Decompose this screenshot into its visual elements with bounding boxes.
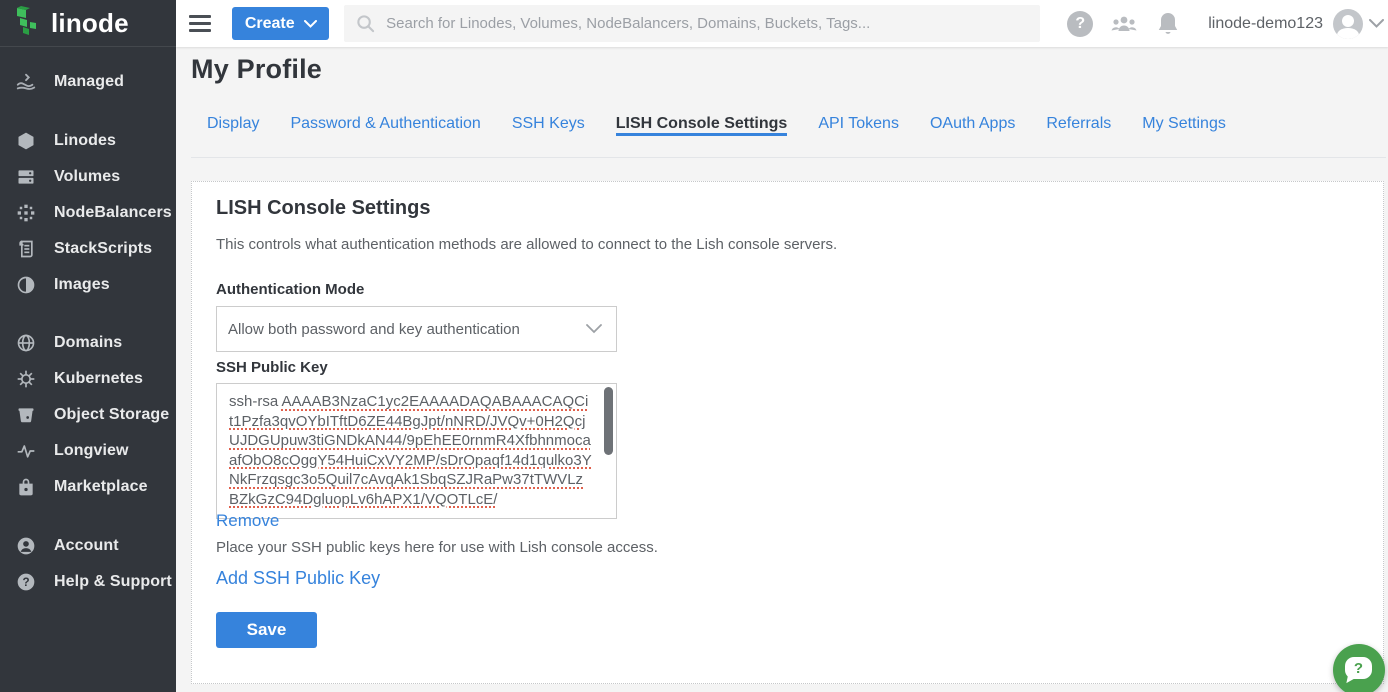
avatar[interactable]: [1333, 9, 1363, 39]
support-chat-button[interactable]: ?: [1333, 644, 1385, 692]
linode-hexagon-icon: [15, 130, 37, 152]
kubernetes-icon: [15, 368, 37, 390]
auth-mode-label: Authentication Mode: [216, 281, 364, 298]
nodebalancers-icon: [15, 202, 37, 224]
svg-text:?: ?: [22, 576, 29, 589]
account-name[interactable]: linode-demo123: [1208, 15, 1323, 33]
chevron-down-icon: [304, 20, 317, 28]
sidebar: linode Managed Linodes: [0, 0, 176, 692]
sidebar-item-label: Managed: [54, 73, 124, 91]
sidebar-item-label: Linodes: [54, 132, 116, 150]
remove-key-link[interactable]: Remove: [216, 511, 279, 531]
auth-mode-select[interactable]: Allow both password and key authenticati…: [216, 306, 617, 352]
textarea-scrollbar[interactable]: [604, 387, 613, 455]
question-icon: ?: [15, 571, 37, 593]
bell-icon: [1156, 11, 1180, 37]
lish-settings-panel: LISH Console Settings This controls what…: [191, 181, 1384, 684]
sidebar-item-volumes[interactable]: Volumes: [0, 159, 176, 195]
app-window: linode Managed Linodes: [0, 0, 1388, 692]
sidebar-item-label: Marketplace: [54, 478, 148, 496]
tab-referrals[interactable]: Referrals: [1046, 115, 1111, 136]
sidebar-item-label: Images: [54, 276, 110, 294]
auth-mode-selected-value: Allow both password and key authenticati…: [228, 321, 586, 338]
sidebar-item-marketplace[interactable]: Marketplace: [0, 469, 176, 505]
ssh-key-textarea[interactable]: ssh-rsa AAAAB3NzaC1yc2EAAAADAQABAAACAQCi…: [216, 383, 617, 519]
tab-display[interactable]: Display: [207, 115, 259, 136]
sidebar-item-label: Domains: [54, 334, 122, 352]
tab-my-settings[interactable]: My Settings: [1142, 115, 1226, 136]
topbar-right: ? linode-demo123: [1058, 9, 1388, 39]
globe-icon: [15, 332, 37, 354]
panel-heading: LISH Console Settings: [216, 197, 430, 220]
ssh-key-value: AAAAB3NzaC1yc2EAAAADAQABAAACAQCit1Pzfa3q…: [229, 393, 592, 508]
sidebar-item-images[interactable]: Images: [0, 267, 176, 303]
linode-logo[interactable]: linode: [0, 0, 176, 47]
tab-oauth-apps[interactable]: OAuth Apps: [930, 115, 1015, 136]
sidebar-item-label: Help & Support: [54, 573, 172, 591]
help-icon: ?: [1067, 11, 1093, 37]
add-ssh-key-link[interactable]: Add SSH Public Key: [216, 568, 380, 589]
stackscripts-icon: [15, 238, 37, 260]
shopping-bag-icon: [15, 476, 37, 498]
sidebar-item-kubernetes[interactable]: Kubernetes: [0, 361, 176, 397]
ssh-key-prefix: ssh-rsa: [229, 393, 282, 410]
sidebar-item-label: NodeBalancers: [54, 204, 172, 222]
sidebar-item-nodebalancers[interactable]: NodeBalancers: [0, 195, 176, 231]
menu-toggle-icon[interactable]: [189, 15, 211, 32]
create-button[interactable]: Create: [232, 7, 329, 40]
linode-wordmark: linode: [51, 8, 129, 39]
save-button[interactable]: Save: [216, 612, 317, 648]
managed-icon: [15, 71, 37, 93]
search-input[interactable]: [386, 15, 1028, 32]
sidebar-item-label: Account: [54, 537, 119, 555]
tab-api-tokens[interactable]: API Tokens: [818, 115, 899, 136]
search-icon: [356, 14, 375, 33]
sidebar-item-managed[interactable]: Managed: [0, 64, 176, 100]
sidebar-item-label: Volumes: [54, 168, 120, 186]
bucket-icon: [15, 404, 37, 426]
sidebar-item-label: Kubernetes: [54, 370, 143, 388]
ssh-key-hint: Place your SSH public keys here for use …: [216, 539, 658, 556]
sidebar-item-label: Longview: [54, 442, 129, 460]
sidebar-item-label: StackScripts: [54, 240, 152, 258]
chevron-down-icon: [586, 324, 602, 334]
ssh-key-label: SSH Public Key: [216, 359, 328, 376]
topbar: Create ? linode-demo123: [176, 0, 1388, 47]
images-icon: [15, 274, 37, 296]
person-icon: [15, 535, 37, 557]
sidebar-item-linodes[interactable]: Linodes: [0, 123, 176, 159]
pulse-icon: [15, 440, 37, 462]
question-bubble-icon: ?: [1345, 657, 1372, 679]
sidebar-item-longview[interactable]: Longview: [0, 433, 176, 469]
tab-lish-console-settings[interactable]: LISH Console Settings: [616, 115, 788, 136]
notifications-button[interactable]: [1146, 11, 1190, 37]
create-button-label: Create: [245, 15, 295, 33]
community-icon: [1109, 12, 1139, 36]
community-button[interactable]: [1102, 12, 1146, 36]
global-search: [344, 5, 1040, 42]
panel-description: This controls what authentication method…: [216, 236, 837, 253]
help-button[interactable]: ?: [1058, 11, 1102, 37]
profile-tabs: Display Password & Authentication SSH Ke…: [191, 115, 1386, 158]
tab-ssh-keys[interactable]: SSH Keys: [512, 115, 585, 136]
tab-password-authentication[interactable]: Password & Authentication: [290, 115, 480, 136]
sidebar-item-stackscripts[interactable]: StackScripts: [0, 231, 176, 267]
linode-logo-icon: [14, 6, 42, 41]
volumes-icon: [15, 166, 37, 188]
sidebar-item-object-storage[interactable]: Object Storage: [0, 397, 176, 433]
sidebar-item-help-support[interactable]: ? Help & Support: [0, 564, 176, 600]
account-menu-chevron-icon[interactable]: [1369, 19, 1384, 28]
sidebar-item-domains[interactable]: Domains: [0, 325, 176, 361]
main-content: My Profile Display Password & Authentica…: [176, 47, 1388, 692]
page-title: My Profile: [191, 54, 322, 85]
sidebar-item-account[interactable]: Account: [0, 528, 176, 564]
sidebar-item-label: Object Storage: [54, 406, 169, 424]
